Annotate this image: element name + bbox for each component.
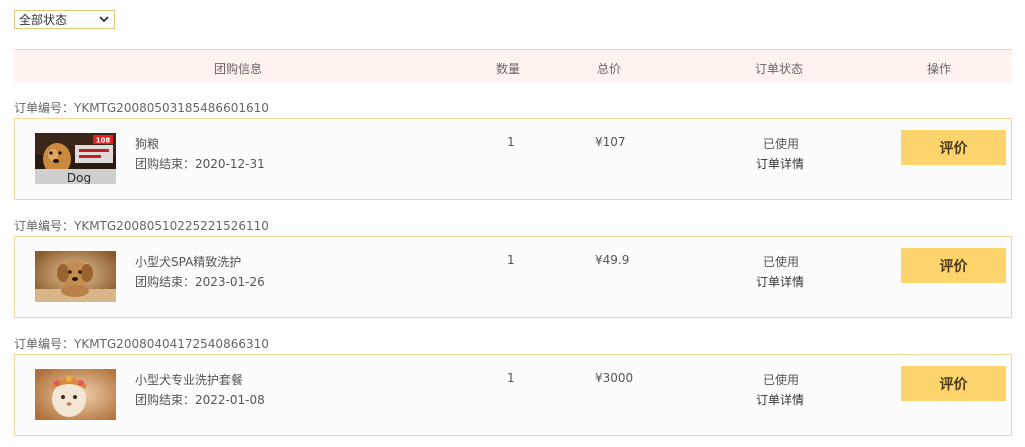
order-price: ¥49.9 [595,253,630,267]
status-filter-value: 全部状态 [19,13,68,27]
review-button[interactable]: 评价 [901,248,1006,283]
group-end-date: 2023-01-26 [195,275,265,289]
group-end-date: 2022-01-08 [195,393,265,407]
orders-table-header: 团购信息 数量 总价 订单状态 操作 [14,49,1012,82]
order-number: 订单编号：YKMTG20080503185486601610 [14,101,269,115]
order-detail-link[interactable]: 订单详情 [756,391,804,408]
order-detail-link[interactable]: 订单详情 [756,273,804,290]
order-status: 已使用 [763,373,800,387]
order-quantity: 1 [507,135,515,149]
order-card: 小型犬专业洗护套餐 团购结束：2022-01-08 1 ¥3000 已使用 订单… [14,354,1012,436]
order-quantity: 1 [507,371,515,385]
product-name[interactable]: 小型犬专业洗护套餐 [135,371,243,388]
order-number: 订单编号：YKMTG20080404172540866310 [14,337,269,351]
group-end: 团购结束：2020-12-31 [135,155,265,172]
order-detail-link[interactable]: 订单详情 [756,155,804,172]
order-quantity: 1 [507,253,515,267]
order-card: 小型犬SPA精致洗护 团购结束：2023-01-26 1 ¥49.9 已使用 订… [14,236,1012,318]
product-image-dog-food[interactable]: 108 Dog [35,133,116,184]
thumb-badge-text: 108 [96,137,111,145]
status-filter-select[interactable]: 全部状态 [14,10,115,29]
product-name[interactable]: 小型犬SPA精致洗护 [135,253,241,270]
orders-page: 全部状态 团购信息 数量 总价 订单状态 操作 订单编号：YKMTG200805… [0,0,1025,447]
order-status: 已使用 [763,137,800,151]
order-status: 已使用 [763,255,800,269]
group-end-label: 团购结束： [135,275,196,289]
product-image-small-dog-care[interactable] [35,369,116,420]
group-end: 团购结束：2023-01-26 [135,273,265,290]
group-end-label: 团购结束： [135,393,196,407]
header-info: 团购信息 [214,62,263,76]
review-button[interactable]: 评价 [901,366,1006,401]
group-end-date: 2020-12-31 [195,157,265,171]
header-total: 总价 [597,62,622,76]
order-price: ¥107 [595,135,626,149]
review-button[interactable]: 评价 [901,130,1006,165]
product-name[interactable]: 狗粮 [135,135,159,152]
group-end-label: 团购结束： [135,157,196,171]
thumb-label-text: Dog [67,171,91,184]
order-card: 108 Dog 狗粮 团购结束：2020-12-31 1 ¥107 已使用 订单… [14,118,1012,200]
product-image-puppy-spa[interactable] [35,251,116,302]
order-number: 订单编号：YKMTG20080510225221526110 [14,219,269,233]
header-qty: 数量 [496,62,521,76]
header-action: 操作 [927,62,952,76]
chevron-down-icon [98,14,110,26]
header-status: 订单状态 [755,62,804,76]
order-price: ¥3000 [595,371,634,385]
group-end: 团购结束：2022-01-08 [135,391,265,408]
